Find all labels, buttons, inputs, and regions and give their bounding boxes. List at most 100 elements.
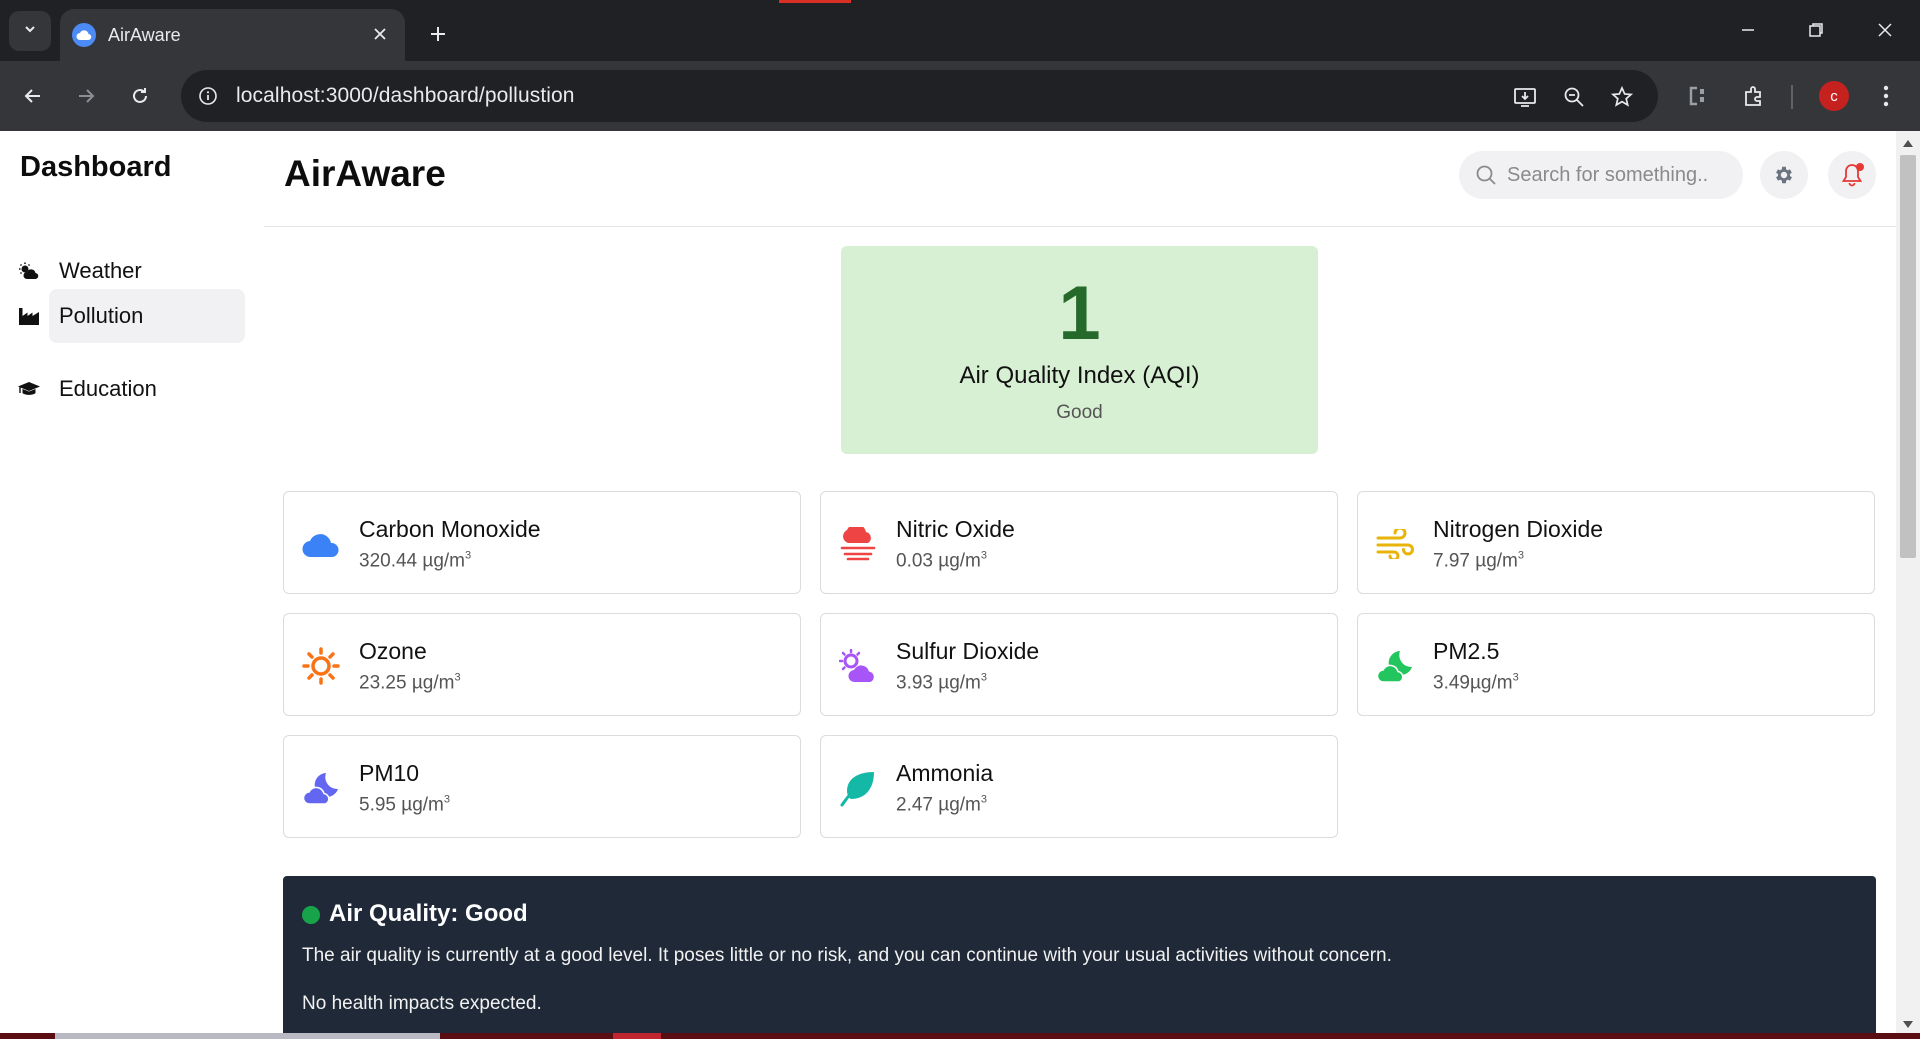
air-quality-description: The air quality is currently at a good l…: [302, 945, 1392, 966]
settings-button[interactable]: [1760, 151, 1808, 199]
back-button[interactable]: [14, 77, 52, 115]
scrollbar-thumb[interactable]: [1900, 155, 1916, 558]
url-text: localhost:3000/dashboard/pollustion: [236, 84, 575, 107]
notifications-button[interactable]: [1828, 151, 1876, 199]
pollutant-name: Carbon Monoxide: [359, 516, 541, 542]
minimize-icon: [1742, 29, 1754, 31]
pollutant-name: Nitric Oxide: [896, 516, 1015, 542]
search-icon: [1473, 162, 1499, 188]
taskbar-segment: [55, 1033, 440, 1039]
pollutant-name: Nitrogen Dioxide: [1433, 516, 1604, 542]
sun-icon: [301, 646, 341, 686]
browser-toolbar: localhost:3000/dashboard/pollustion c: [0, 61, 1920, 131]
pollutant-value: 7.97 µg/m3: [1433, 550, 1525, 572]
pollutant-card-pm25: PM2.5 3.49µg/m3: [1357, 613, 1875, 716]
pollutant-name: Ammonia: [896, 760, 994, 786]
factory-icon: [18, 305, 40, 327]
reload-button[interactable]: [121, 77, 159, 115]
bookmark-star-icon[interactable]: [1604, 79, 1640, 115]
cloud-moon-icon: [1375, 646, 1415, 686]
wind-icon: [1375, 524, 1415, 564]
minimize-window-button[interactable]: [1714, 6, 1782, 54]
plus-icon: [431, 27, 445, 41]
cloud-sun-icon: [838, 646, 878, 686]
close-icon: [1878, 23, 1892, 37]
chevron-down-icon: [23, 22, 37, 41]
arrow-right-icon: [79, 89, 95, 103]
extensions-puzzle-icon[interactable]: [1735, 77, 1773, 115]
browser-tab[interactable]: AirAware: [60, 9, 405, 61]
pollutant-card-nitrogen-dioxide: Nitrogen Dioxide 7.97 µg/m3: [1357, 491, 1875, 594]
pollutant-card-carbon-monoxide: Carbon Monoxide 320.44 µg/m3: [283, 491, 801, 594]
zoom-icon[interactable]: [1556, 79, 1592, 115]
sidebar-item-label: Education: [59, 376, 157, 401]
page-scrollbar[interactable]: [1896, 131, 1920, 1036]
sidebar-item-education[interactable]: Education: [8, 362, 245, 416]
page-title: AirAware: [284, 153, 446, 194]
extension-cs-icon[interactable]: [1679, 77, 1717, 115]
cloud-sun-icon: [18, 260, 40, 282]
browser-chrome: AirAware localhost:3000/dashboard/pollus…: [0, 0, 1920, 131]
air-quality-impact: No health impacts expected.: [302, 993, 542, 1014]
pollutant-value: 5.95 µg/m3: [359, 794, 451, 816]
sidebar: Dashboard Weather Pollution Education: [0, 131, 264, 1036]
arrow-left-icon: [24, 89, 40, 103]
pollutant-name: Sulfur Dioxide: [896, 638, 1040, 664]
pollutant-card-sulfur-dioxide: Sulfur Dioxide 3.93 µg/m3: [820, 613, 1338, 716]
tab-title: AirAware: [108, 24, 181, 45]
page-header: AirAware: [264, 131, 1896, 227]
tab-strip: AirAware: [0, 0, 1920, 61]
cloud-moon-icon: [301, 768, 341, 808]
leaf-icon: [838, 768, 878, 808]
sidebar-item-pollution[interactable]: Pollution: [19, 289, 245, 343]
air-quality-title: Air Quality: Good: [329, 900, 528, 927]
graduation-cap-icon: [18, 378, 40, 400]
notification-dot: [1856, 163, 1864, 171]
pollutant-name: PM10: [359, 760, 420, 786]
search-box[interactable]: [1459, 151, 1743, 199]
pollutant-value: 23.25 µg/m3: [359, 672, 461, 694]
aqi-value: 1: [1058, 271, 1101, 356]
sidebar-title: Dashboard: [20, 151, 172, 183]
fog-cloud-icon: [838, 524, 878, 564]
air-quality-info-panel: Air Quality: Good The air quality is cur…: [283, 876, 1876, 1036]
browser-menu-icon[interactable]: [1867, 77, 1905, 115]
aqi-card: 1 Air Quality Index (AQI) Good: [841, 246, 1318, 454]
pollutant-card-nitric-oxide: Nitric Oxide 0.03 µg/m3: [820, 491, 1338, 594]
scroll-down-arrow-icon[interactable]: [1902, 1019, 1914, 1029]
pollutant-value: 0.03 µg/m3: [896, 550, 988, 572]
reload-icon: [133, 88, 147, 103]
pollutant-card-ozone: Ozone 23.25 µg/m3: [283, 613, 801, 716]
pollutant-value: 3.49µg/m3: [1433, 672, 1519, 694]
search-input[interactable]: [1507, 163, 1727, 187]
forward-button[interactable]: [67, 77, 105, 115]
toolbar-separator: [1791, 85, 1793, 109]
taskbar-segment: [613, 1033, 661, 1039]
profile-avatar[interactable]: c: [1819, 81, 1849, 111]
sidebar-item-label: Pollution: [59, 303, 144, 328]
address-bar[interactable]: localhost:3000/dashboard/pollustion: [181, 70, 1658, 122]
site-info-icon[interactable]: [193, 81, 223, 111]
cloud-icon: [301, 524, 341, 564]
pollutant-value: 3.93 µg/m3: [896, 672, 988, 694]
pollutant-value: 2.47 µg/m3: [896, 794, 988, 816]
restore-window-button[interactable]: [1782, 6, 1850, 54]
tab-search-button[interactable]: [9, 11, 51, 51]
pollutant-card-ammonia: Ammonia 2.47 µg/m3: [820, 735, 1338, 838]
taskbar-edge: [0, 1033, 1920, 1039]
gear-icon: [1776, 166, 1792, 184]
airaware-favicon-icon: [72, 23, 96, 47]
web-page: Dashboard Weather Pollution Education Ai…: [0, 131, 1896, 1036]
tab-accent-bar: [779, 0, 851, 3]
install-app-icon[interactable]: [1507, 79, 1543, 115]
pollutant-name: PM2.5: [1433, 638, 1500, 664]
aqi-status: Good: [1056, 402, 1103, 423]
scroll-up-arrow-icon[interactable]: [1902, 138, 1914, 148]
restore-icon: [1809, 23, 1823, 37]
new-tab-button[interactable]: [420, 16, 456, 52]
close-window-button[interactable]: [1851, 6, 1919, 54]
close-tab-icon[interactable]: [369, 23, 391, 45]
pollutant-card-pm10: PM10 5.95 µg/m3: [283, 735, 801, 838]
sidebar-item-label: Weather: [59, 258, 142, 283]
pollutant-name: Ozone: [359, 638, 427, 664]
